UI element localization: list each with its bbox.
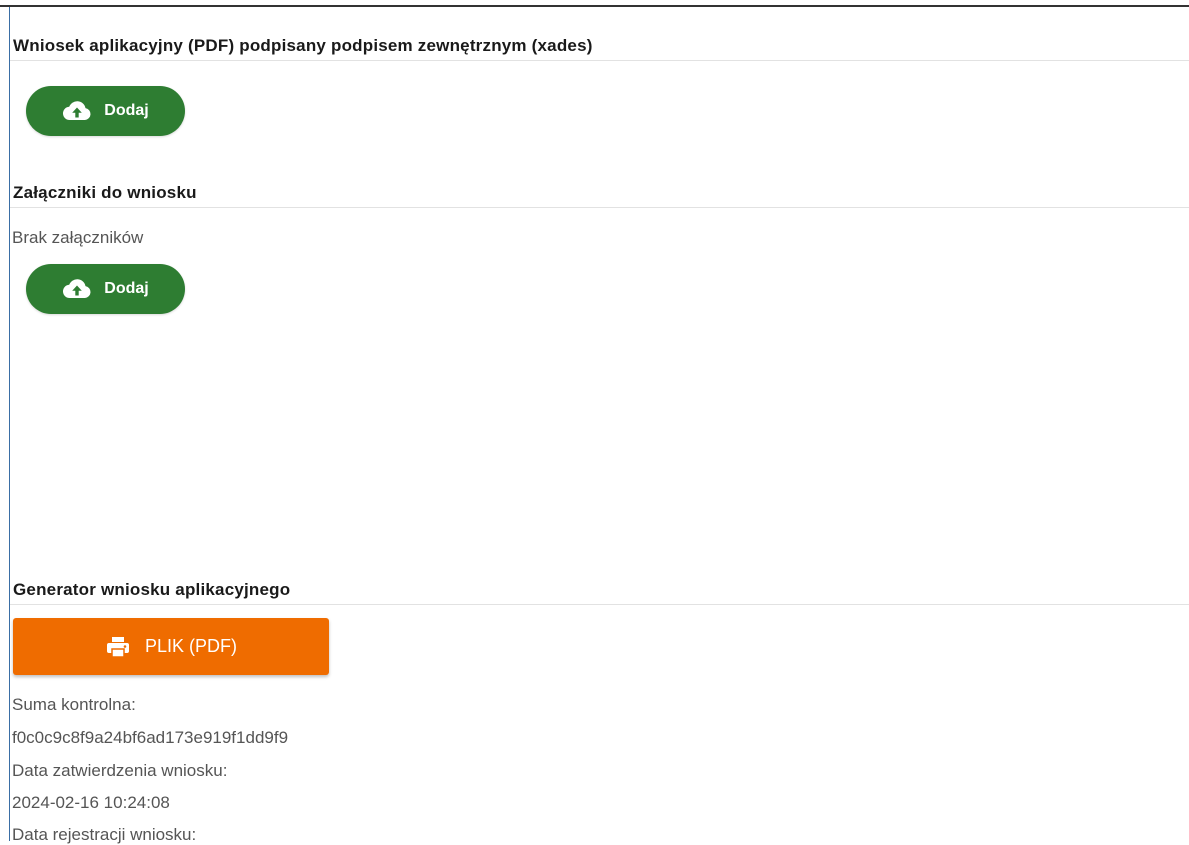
no-attachments-text: Brak załączników — [12, 228, 144, 247]
section-divider — [10, 207, 1189, 208]
add-attachment-button[interactable]: Dodaj — [26, 264, 185, 314]
add-button-label: Dodaj — [104, 280, 149, 297]
generate-pdf-button[interactable]: PLIK (PDF) — [13, 618, 329, 675]
section-divider — [10, 604, 1189, 605]
cloud-upload-icon — [63, 101, 91, 121]
printer-icon — [106, 636, 129, 658]
add-signed-application-button[interactable]: Dodaj — [26, 86, 185, 136]
approval-date-label: Data zatwierdzenia wniosku: — [12, 761, 228, 780]
checksum-value: f0c0c9c8f9a24bf6ad173e919f1dd9f9 — [12, 728, 289, 747]
approval-date-value: 2024-02-16 10:24:08 — [12, 793, 170, 812]
top-border — [0, 5, 1189, 7]
checksum-label: Suma kontrolna: — [12, 695, 136, 714]
add-button-label: Dodaj — [104, 102, 149, 119]
registration-date-label: Data rejestracji wniosku: — [12, 825, 197, 844]
cloud-upload-icon — [63, 279, 91, 299]
section-divider — [10, 60, 1189, 61]
section-title-attachments: Załączniki do wniosku — [13, 183, 197, 202]
section-title-signed-application: Wniosek aplikacyjny (PDF) podpisany podp… — [13, 36, 593, 55]
generate-pdf-label: PLIK (PDF) — [144, 636, 237, 656]
section-title-generator: Generator wniosku aplikacyjnego — [13, 580, 291, 599]
left-border — [9, 7, 10, 841]
